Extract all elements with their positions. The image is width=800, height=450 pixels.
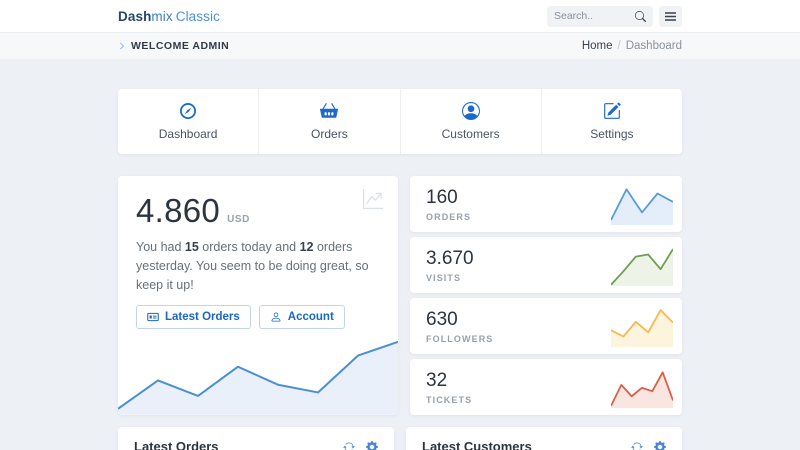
nav-card-settings[interactable]: Settings [542, 89, 682, 154]
search-icon[interactable] [635, 11, 646, 22]
nav-card-label: Dashboard [159, 127, 218, 141]
breadcrumb-current: Dashboard [626, 40, 682, 52]
basket-icon [320, 102, 338, 120]
search-box[interactable] [547, 6, 653, 27]
page-heading-label: WELCOME ADMIN [131, 40, 229, 52]
hamburger-icon [665, 12, 676, 21]
logo-bold-text: Dash [118, 9, 151, 24]
stat-card-orders: 160 ORDERS [410, 176, 682, 232]
page-heading: WELCOME ADMIN [118, 40, 229, 52]
app-logo[interactable]: Dashmix Classic [118, 9, 220, 24]
nav-card-customers[interactable]: Customers [401, 89, 542, 154]
settings-gear-button[interactable] [366, 441, 378, 450]
top-header: Dashmix Classic [0, 0, 800, 33]
earnings-card: 4.860 USD You had 15 orders today and 12… [118, 176, 398, 415]
logo-light-text: mix [151, 9, 172, 24]
person-icon [270, 311, 282, 323]
stat-label: ORDERS [426, 212, 471, 222]
stat-value: 630 [426, 309, 493, 331]
refresh-button[interactable] [631, 441, 643, 450]
panel-title: Latest Orders [134, 439, 219, 450]
latest-customers-panel: Latest Customers [406, 427, 682, 450]
main-content: Dashboard Orders Customers Settings 4.86… [118, 59, 682, 450]
stat-label: VISITS [426, 273, 474, 283]
stat-value: 3.670 [426, 248, 474, 270]
followers-sparkline-chart [611, 305, 673, 347]
nav-card-label: Orders [311, 127, 348, 141]
earnings-amount: 4.860 [136, 192, 220, 230]
nav-card-label: Customers [442, 127, 500, 141]
gear-icon [654, 441, 666, 450]
stat-label: FOLLOWERS [426, 334, 493, 344]
visits-sparkline-chart [611, 244, 673, 286]
logo-variant-text: Classic [176, 9, 220, 24]
stat-label: TICKETS [426, 395, 472, 405]
gear-icon [366, 441, 378, 450]
breadcrumb-home-link[interactable]: Home [582, 40, 613, 52]
nav-card-dashboard[interactable]: Dashboard [118, 89, 259, 154]
nav-card-orders[interactable]: Orders [259, 89, 400, 154]
account-button[interactable]: Account [259, 305, 345, 329]
sidebar-toggle-button[interactable] [659, 6, 682, 27]
breadcrumb: Home / Dashboard [582, 40, 682, 52]
latest-orders-button-label: Latest Orders [165, 311, 240, 323]
settings-gear-button[interactable] [654, 441, 666, 450]
refresh-button[interactable] [343, 441, 355, 450]
edit-square-icon [603, 102, 621, 120]
orders-sparkline-chart [611, 183, 673, 225]
earnings-currency: USD [227, 214, 250, 225]
chevron-right-icon [118, 42, 126, 50]
nav-card-label: Settings [590, 127, 633, 141]
header-actions [547, 6, 682, 27]
hero-bar: WELCOME ADMIN Home / Dashboard [0, 33, 800, 59]
stat-card-tickets: 32 TICKETS [410, 359, 682, 415]
stat-card-followers: 630 FOLLOWERS [410, 298, 682, 354]
tickets-sparkline-chart [611, 366, 673, 408]
card-list-icon [147, 311, 159, 323]
stat-cards-column: 160 ORDERS 3.670 VISITS [410, 176, 682, 415]
refresh-icon [343, 441, 355, 450]
quick-nav-block: Dashboard Orders Customers Settings [118, 89, 682, 154]
user-circle-icon [462, 102, 480, 120]
compass-icon [179, 102, 197, 120]
latest-orders-panel: Latest Orders [118, 427, 394, 450]
stat-card-visits: 3.670 VISITS [410, 237, 682, 293]
breadcrumb-separator: / [618, 40, 621, 52]
refresh-icon [631, 441, 643, 450]
stat-value: 160 [426, 187, 471, 209]
latest-orders-button[interactable]: Latest Orders [136, 305, 251, 329]
stat-value: 32 [426, 370, 472, 392]
chart-line-icon [363, 189, 383, 209]
panel-title: Latest Customers [422, 439, 532, 450]
account-button-label: Account [288, 311, 334, 323]
earnings-area-chart [118, 329, 398, 415]
search-input[interactable] [554, 10, 635, 22]
orders-summary-text: You had 15 orders today and 12 orders ye… [136, 238, 388, 294]
